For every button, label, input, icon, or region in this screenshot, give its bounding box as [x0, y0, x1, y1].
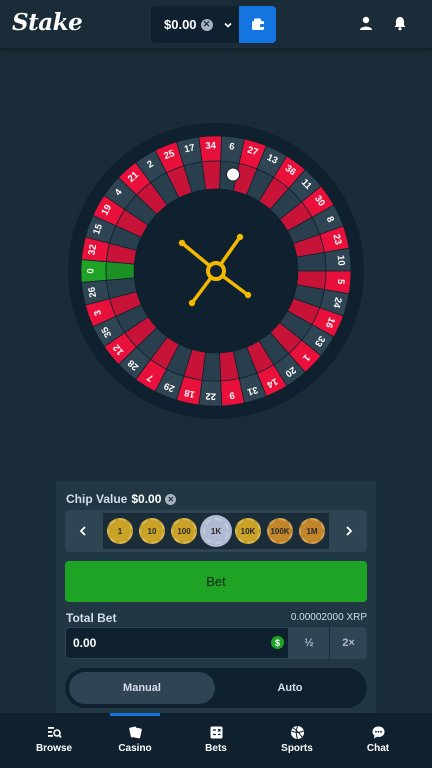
balance-selector[interactable]: $0.00 ✕	[151, 6, 239, 43]
user-icon[interactable]	[358, 15, 374, 31]
bet-button[interactable]: Bet	[65, 561, 367, 602]
wheel-number: 26	[86, 286, 99, 298]
roulette-wheel: 0 32 15 19 4 21 2 25 17 34 6 27 13 36 11 30 8 23 10 5 24 16 33…	[68, 123, 364, 419]
top-header: Stake $0.00 ✕	[0, 0, 432, 48]
xrp-coin-icon: ✕	[200, 18, 213, 31]
wheel-number: 0	[86, 268, 97, 273]
xrp-coin-icon: ✕	[165, 493, 177, 505]
bell-icon[interactable]	[392, 15, 408, 31]
auto-mode-tab[interactable]: Auto	[217, 672, 363, 704]
nav-browse[interactable]: Browse	[24, 725, 84, 754]
casino-icon	[128, 726, 142, 739]
browse-icon	[47, 727, 62, 739]
mode-toggle: Manual Auto	[65, 668, 367, 708]
chip-next-button[interactable]	[331, 510, 367, 552]
chip-selector: 1 10 100 1K 10K 100K 1M	[65, 510, 367, 552]
bets-icon	[210, 726, 222, 739]
total-bet-label: Total Bet	[66, 611, 117, 625]
nav-casino-label: Casino	[118, 743, 152, 754]
double-bet-button[interactable]: 2×	[329, 627, 367, 659]
bet-amount-row: 0.00 $ ½ 2×	[65, 627, 367, 659]
nav-sports[interactable]: Sports	[267, 725, 327, 754]
wheel-number: 22	[205, 390, 216, 401]
manual-mode-tab[interactable]: Manual	[69, 672, 215, 704]
chip-1[interactable]: 1	[107, 518, 133, 544]
nav-bets-label: Bets	[205, 743, 227, 754]
wheel-number: 18	[183, 387, 196, 400]
wallet-button[interactable]	[239, 6, 276, 43]
total-bet-value: 0.00002000 XRP	[290, 612, 367, 623]
nav-browse-label: Browse	[35, 743, 73, 754]
chevron-left-icon	[79, 526, 86, 536]
wheel-pocket	[105, 261, 135, 281]
chips-track: 1 10 100 1K 10K 100K 1M	[103, 513, 329, 549]
bet-controls-panel: Chip Value $0.00 ✕ 1 10 100 1K 10K 100K …	[56, 481, 376, 721]
nav-casino[interactable]: Casino	[105, 725, 165, 754]
chip-value-amount: $0.00	[131, 492, 162, 506]
nav-chat-label: Chat	[366, 743, 390, 754]
chip-value-label: Chip Value	[66, 492, 128, 506]
roulette-ball	[226, 167, 241, 182]
nav-chat[interactable]: Chat	[348, 725, 408, 754]
sports-icon	[290, 725, 304, 740]
wallet-icon	[251, 18, 264, 30]
chevron-down-icon	[223, 22, 232, 28]
chip-value-row: Chip Value $0.00 ✕	[66, 492, 177, 506]
chip-10[interactable]: 10	[139, 518, 165, 544]
wheel-number: 34	[205, 140, 217, 151]
chip-prev-button[interactable]	[65, 510, 101, 552]
bet-amount-input[interactable]: 0.00	[66, 628, 288, 658]
nav-sports-label: Sports	[281, 743, 313, 754]
wheel-pocket	[201, 160, 222, 191]
chevron-right-icon	[346, 526, 353, 536]
chip-10k[interactable]: 10K	[235, 518, 261, 544]
stake-logo[interactable]: Stake	[12, 9, 83, 36]
wheel-graphic: 0321519421225 17 34 6 2713361130823105241633…	[68, 123, 364, 419]
nav-bets[interactable]: Bets	[186, 725, 246, 754]
dollar-icon: $	[271, 636, 284, 649]
chip-1k[interactable]: 1K	[203, 518, 229, 544]
wheel-number: 10	[335, 255, 347, 266]
chip-100k[interactable]: 100K	[267, 518, 293, 544]
active-tab-indicator	[110, 713, 160, 716]
chat-icon	[372, 726, 384, 739]
half-bet-button[interactable]: ½	[290, 627, 328, 659]
chip-1m[interactable]: 1M	[299, 518, 325, 544]
wheel-number: 32	[86, 244, 99, 256]
bottom-nav: Browse Casino Bets Sports Chat	[0, 713, 432, 768]
chip-100[interactable]: 100	[171, 518, 197, 544]
wheel-number: 17	[183, 142, 196, 155]
balance-amount: $0.00	[164, 17, 197, 32]
